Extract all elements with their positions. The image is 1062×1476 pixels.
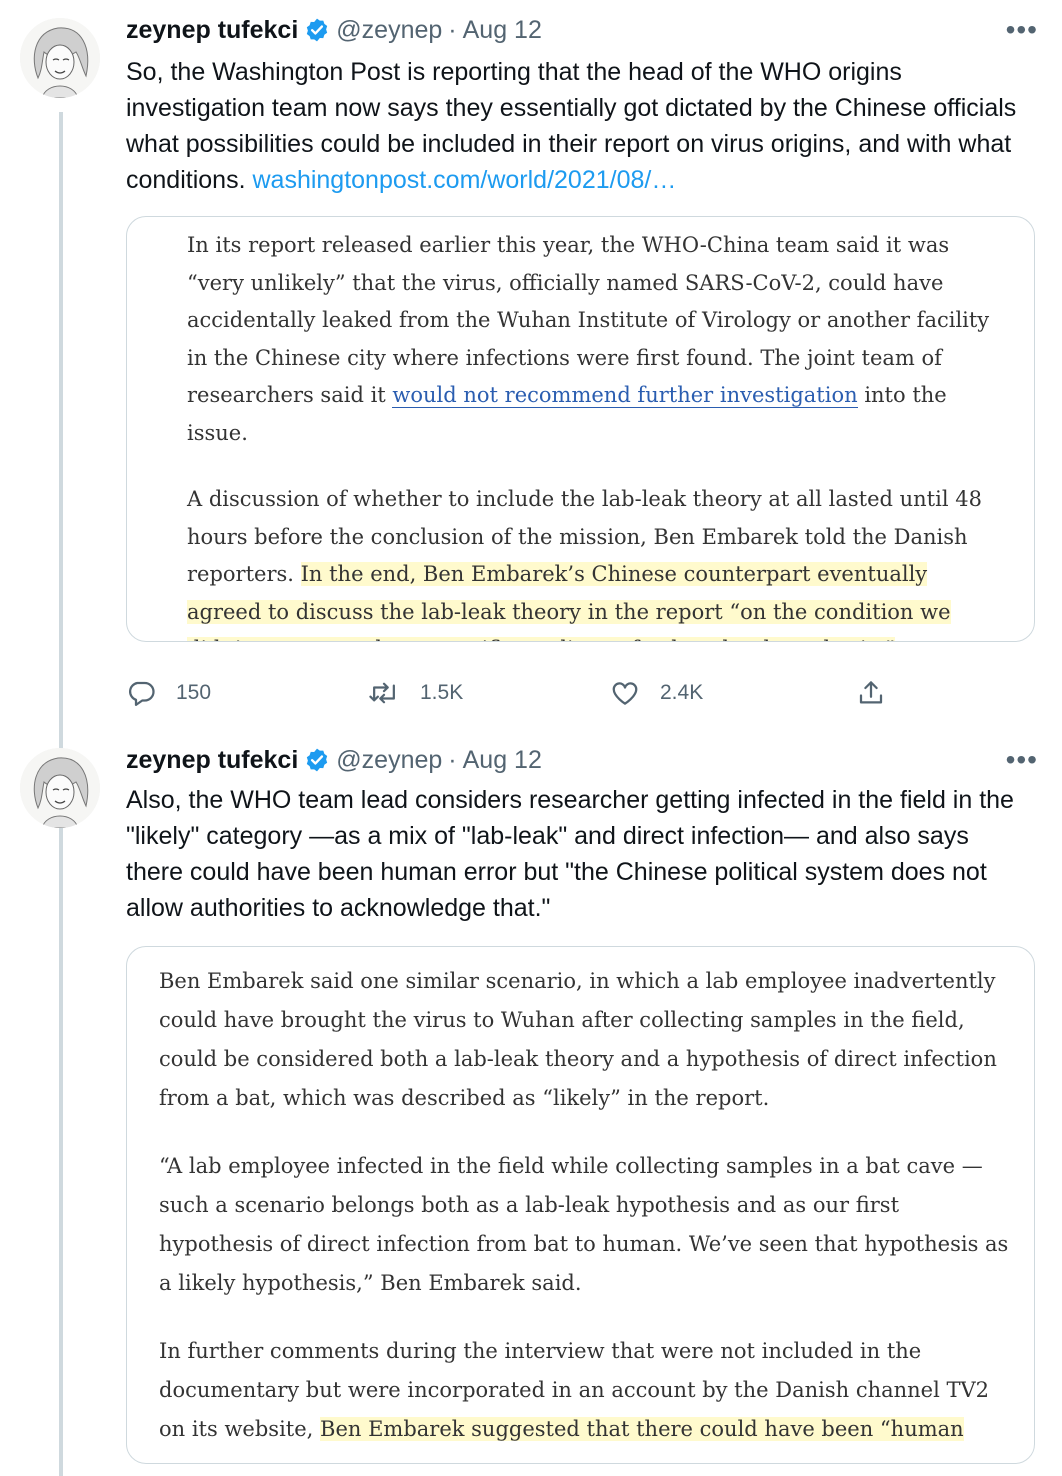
- share-button[interactable]: [856, 673, 886, 713]
- card-paragraph-2: A discussion of whether to include the l…: [187, 481, 1007, 641]
- article-link[interactable]: washingtonpost.com/world/2021/08/…: [252, 166, 676, 194]
- like-button[interactable]: 2.4K: [610, 673, 703, 713]
- tweet-date[interactable]: Aug 12: [463, 746, 542, 775]
- card-paragraph-2: “A lab employee infected in the field wh…: [159, 1154, 1009, 1295]
- card-paragraph-3: In further comments during the interview…: [159, 1332, 1009, 1449]
- retweet-count: 1.5K: [420, 681, 464, 704]
- card-text: In its report released earlier this year…: [187, 233, 990, 407]
- author-name[interactable]: zeynep tufekci: [126, 746, 298, 775]
- separator: ·: [448, 15, 457, 44]
- retweet-button[interactable]: 1.5K: [368, 673, 463, 713]
- more-icon[interactable]: •••: [1006, 740, 1038, 780]
- author-name[interactable]: zeynep tufekci: [126, 16, 298, 45]
- quoted-image-card[interactable]: In its report released earlier this year…: [126, 216, 1035, 642]
- retweet-icon: [369, 682, 395, 704]
- tweet-1[interactable]: zeynep tufekci @zeynep · Aug 12 ••• So, …: [0, 10, 1062, 720]
- avatar[interactable]: [20, 748, 100, 828]
- card-inline-link: would not recommend further investigatio…: [392, 383, 858, 408]
- reply-count: 150: [176, 681, 212, 704]
- tweet-text: Also, the WHO team lead considers resear…: [126, 782, 1031, 926]
- more-icon[interactable]: •••: [1006, 10, 1038, 50]
- author-handle[interactable]: @zeynep: [336, 16, 442, 45]
- card-paragraph-1: In its report released earlier this year…: [187, 227, 1007, 452]
- card-highlighted-text: In the end, Ben Embarek’s Chinese counte…: [187, 562, 951, 641]
- reply-icon: [129, 681, 155, 706]
- card-highlighted-text: Ben Embarek suggested that there could h…: [320, 1417, 964, 1441]
- like-icon: [612, 682, 638, 705]
- author-handle[interactable]: @zeynep: [336, 746, 442, 775]
- avatar[interactable]: [20, 18, 100, 98]
- verified-badge-icon: [304, 17, 330, 43]
- card-paragraph-1: Ben Embarek said one similar scenario, i…: [159, 969, 997, 1110]
- tweet-header: zeynep tufekci @zeynep · Aug 12: [126, 740, 542, 780]
- share-icon: [859, 681, 883, 704]
- tweet-text: So, the Washington Post is reporting tha…: [126, 54, 1031, 198]
- tweet-body: Also, the WHO team lead considers resear…: [126, 786, 1014, 922]
- tweet-actions: 150 1.5K 2.4K: [126, 673, 906, 713]
- reply-button[interactable]: 150: [126, 673, 211, 713]
- tweet-2[interactable]: zeynep tufekci @zeynep · Aug 12 ••• Also…: [0, 740, 1062, 1476]
- avatar-sketch-icon: [20, 18, 100, 98]
- verified-badge-icon: [304, 747, 330, 773]
- tweet-date[interactable]: Aug 12: [463, 16, 542, 45]
- separator: ·: [448, 745, 457, 774]
- avatar-sketch-icon: [20, 748, 100, 828]
- tweet-header: zeynep tufekci @zeynep · Aug 12: [126, 10, 542, 50]
- like-count: 2.4K: [660, 681, 704, 704]
- quoted-image-card[interactable]: Ben Embarek said one similar scenario, i…: [126, 946, 1035, 1464]
